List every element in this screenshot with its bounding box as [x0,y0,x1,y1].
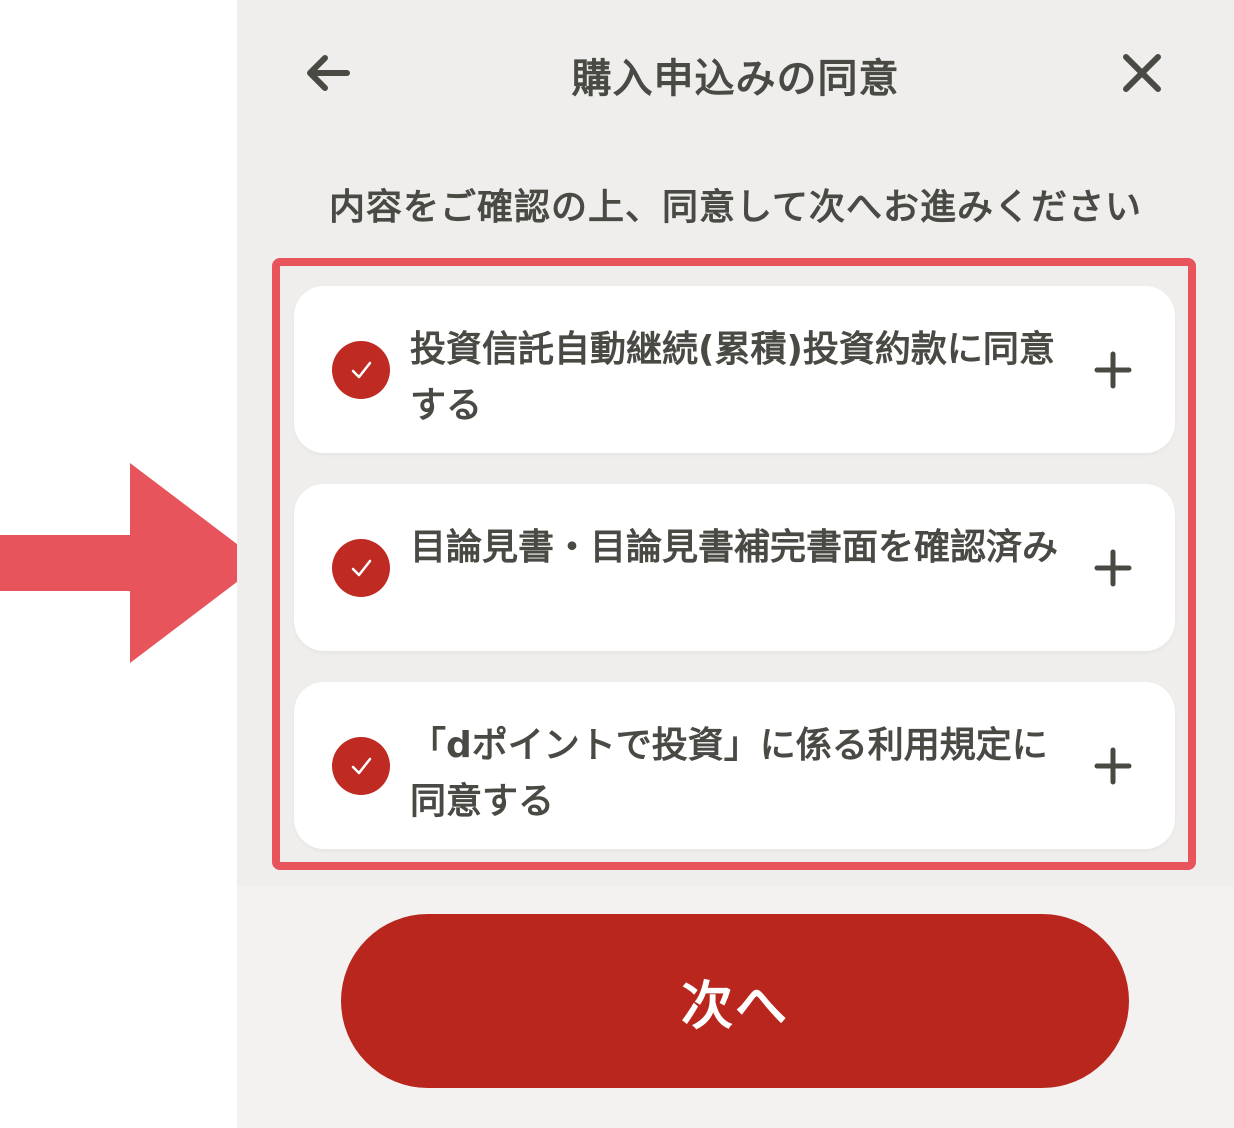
instruction-text: 内容をご確認の上、同意して次へお進みください [329,187,1142,228]
close-icon [1123,54,1161,92]
header: 購入申込みの同意 [237,0,1234,150]
consent-panel: 購入申込みの同意 内容をご確認の上、同意して次へお進みください 投資信託自動継続… [237,0,1234,1128]
page-title: 購入申込みの同意 [571,56,900,102]
next-button[interactable]: 次へ [341,914,1129,1088]
highlight-frame [272,258,1196,870]
close-button[interactable] [1113,44,1171,102]
guide-arrow-icon [0,463,262,663]
screen: 購入申込みの同意 内容をご確認の上、同意して次へお進みください 投資信託自動継続… [0,0,1234,1128]
